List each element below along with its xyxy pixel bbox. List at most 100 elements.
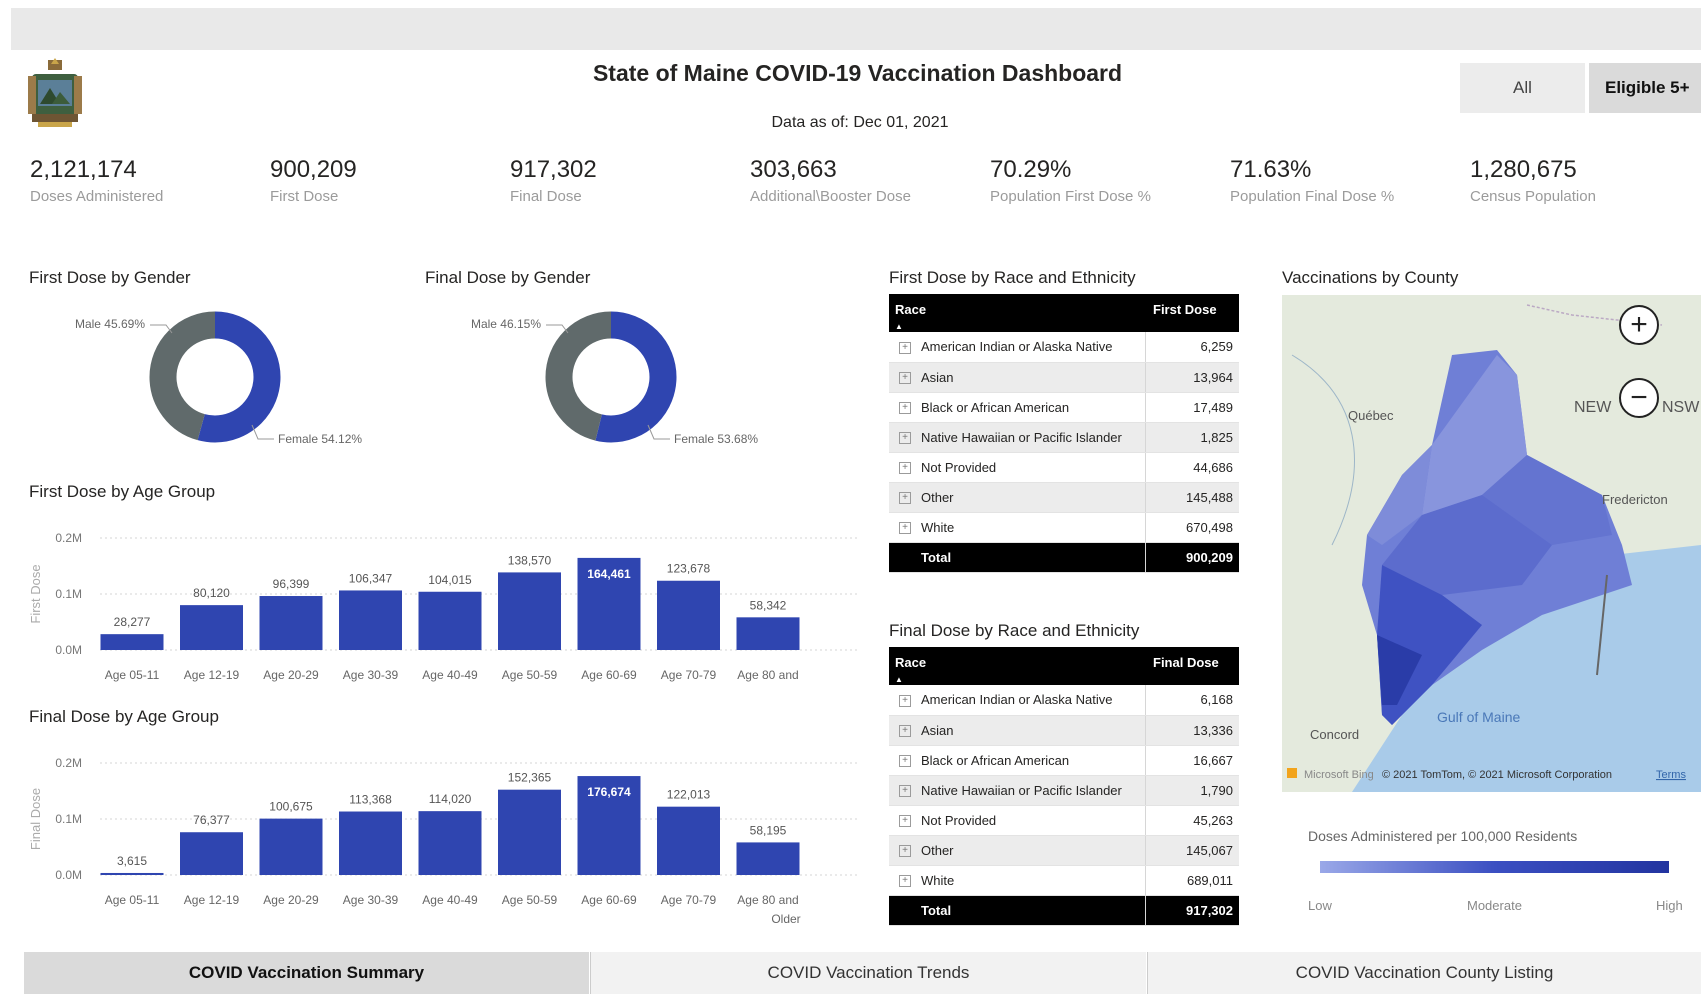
sort-asc-icon: ▲ [895, 322, 903, 331]
map-terms-link[interactable]: Terms [1656, 769, 1686, 781]
table-row[interactable]: + American Indian or Alaska Native 6,168 [889, 685, 1239, 716]
bar [498, 572, 561, 650]
kpi-label: Final Dose [510, 188, 582, 205]
table-row[interactable]: + Asian 13,964 [889, 362, 1239, 393]
bar [259, 818, 323, 875]
filter-eligible-button[interactable]: Eligible 5+ [1589, 63, 1701, 113]
table-row[interactable]: + Not Provided 45,263 [889, 805, 1239, 836]
kpi-census-population: 1,280,675 Census Population [1470, 156, 1700, 205]
table-row[interactable]: + American Indian or Alaska Native 6,259 [889, 332, 1239, 363]
value-cell: 6,259 [1144, 332, 1239, 363]
final-dose-gender-title: Final Dose by Gender [425, 268, 591, 287]
expand-icon[interactable]: + [899, 755, 911, 768]
tab-vaccination-trends[interactable]: COVID Vaccination Trends [590, 952, 1146, 994]
table-row[interactable]: + Black or African American 16,667 [889, 745, 1239, 776]
value-cell: 145,488 [1144, 482, 1239, 513]
kpi-value: 900,209 [270, 156, 357, 183]
final-dose-column-header[interactable]: Final Dose [1145, 647, 1239, 685]
bar [259, 596, 323, 650]
value-cell: 17,489 [1144, 392, 1239, 423]
table-row[interactable]: + White 689,011 [889, 865, 1239, 896]
kpi-value: 1,280,675 [1470, 156, 1577, 183]
kpi-value: 70.29% [990, 156, 1072, 183]
expand-icon[interactable]: + [899, 522, 911, 535]
table-row[interactable]: + White 670,498 [889, 512, 1239, 543]
table-row[interactable]: + Asian 13,336 [889, 715, 1239, 746]
race-column-header[interactable]: Race ▲ [889, 294, 1145, 332]
expand-icon[interactable]: + [899, 785, 911, 798]
first-dose-column-header[interactable]: First Dose [1145, 294, 1239, 332]
bar [180, 605, 243, 650]
y-axis-label: First Dose [28, 564, 43, 623]
x-tick-label: Age 40-49 [422, 668, 478, 682]
final-dose-age-title: Final Dose by Age Group [29, 707, 219, 726]
male-label: Male 46.15% [471, 317, 541, 331]
final-dose-race-title: Final Dose by Race and Ethnicity [889, 621, 1140, 640]
sort-asc-icon: ▲ [895, 675, 903, 684]
expand-icon[interactable]: + [899, 372, 911, 385]
table-row[interactable]: + Other 145,488 [889, 482, 1239, 513]
data-label: 100,675 [269, 800, 313, 814]
x-tick-label: Age 50-59 [502, 893, 558, 907]
y-tick-label: 0.2M [55, 756, 82, 770]
race-cell: Native Hawaiian or Pacific Islander [921, 782, 1122, 798]
expand-icon[interactable]: + [899, 462, 911, 475]
zoom-in-button[interactable]: + [1619, 305, 1659, 345]
table-row[interactable]: + Black or African American 17,489 [889, 392, 1239, 423]
x-tick-label: Age 05-11 [105, 668, 160, 682]
zoom-out-button[interactable]: − [1619, 378, 1659, 418]
expand-icon[interactable]: + [899, 815, 911, 828]
final-dose-gender-donut: Male 46.15% Female 53.68% [471, 311, 758, 446]
race-cell: American Indian or Alaska Native [921, 339, 1113, 355]
bar [418, 811, 482, 875]
expand-icon[interactable]: + [899, 725, 911, 738]
value-cell: 13,964 [1144, 362, 1239, 393]
x-tick-label: Age 20-29 [263, 668, 319, 682]
first-dose-age-chart: 0.0M 0.1M 0.2M First Dose 28,277 Age 05-11 80,… [28, 531, 860, 688]
expand-icon[interactable]: + [899, 875, 911, 888]
bar [657, 806, 720, 875]
kpi-doses-administered: 2,121,174 Doses Administered [30, 156, 260, 205]
value-cell: 6,168 [1144, 685, 1239, 716]
expand-icon[interactable]: + [899, 432, 911, 445]
tab-county-listing[interactable]: COVID Vaccination County Listing [1147, 952, 1701, 994]
race-cell: Asian [921, 722, 954, 738]
data-label: 28,277 [114, 615, 151, 629]
county-map[interactable]: Québec NEW NSW Fredericton Gulf of Maine… [1282, 295, 1701, 792]
expand-icon[interactable]: + [899, 402, 911, 415]
x-tick-label: Age 60-69 [581, 668, 637, 682]
data-label: 80,120 [193, 586, 230, 600]
kpi-label: Census Population [1470, 188, 1596, 205]
expand-icon[interactable]: + [899, 694, 911, 707]
x-tick-label: Age 30-39 [343, 668, 399, 682]
tab-vaccination-summary[interactable]: COVID Vaccination Summary [24, 952, 589, 994]
value-cell: 44,686 [1144, 452, 1239, 483]
final-dose-age-chart: 0.0M 0.1M 0.2M Final Dose 3,615 Age 05-11 76,3… [28, 756, 860, 926]
total-row: Total 900,209 [889, 542, 1239, 573]
label-concord: Concord [1310, 727, 1359, 742]
total-label: Total [889, 542, 1145, 573]
final-dose-race-table: Race ▲ Final Dose + American Indian or Ala… [889, 647, 1239, 926]
total-value: 917,302 [1144, 895, 1239, 926]
table-row[interactable]: + Other 145,067 [889, 835, 1239, 866]
data-label: 58,195 [750, 823, 787, 837]
data-label: 152,365 [508, 771, 552, 785]
kpi-population-first-dose-pct: 70.29% Population First Dose % [990, 156, 1220, 205]
table-row[interactable]: + Native Hawaiian or Pacific Islander 1,79… [889, 775, 1239, 806]
table-row[interactable]: + Native Hawaiian or Pacific Islander 1,82… [889, 422, 1239, 453]
race-cell: Other [921, 842, 954, 858]
dashboard-title: State of Maine COVID-19 Vaccination Dash… [592, 60, 1123, 86]
label-quebec: Québec [1348, 408, 1394, 423]
race-column-header[interactable]: Race ▲ [889, 647, 1145, 685]
kpi-value: 2,121,174 [30, 156, 137, 183]
expand-icon[interactable]: + [899, 341, 911, 354]
filter-all-button[interactable]: All [1460, 63, 1585, 113]
legend-gradient [1320, 861, 1669, 873]
expand-icon[interactable]: + [899, 492, 911, 505]
total-label: Total [889, 895, 1145, 926]
data-label: 164,461 [587, 567, 631, 581]
expand-icon[interactable]: + [899, 845, 911, 858]
bar [736, 617, 800, 650]
table-row[interactable]: + Not Provided 44,686 [889, 452, 1239, 483]
value-cell: 1,825 [1144, 422, 1239, 453]
